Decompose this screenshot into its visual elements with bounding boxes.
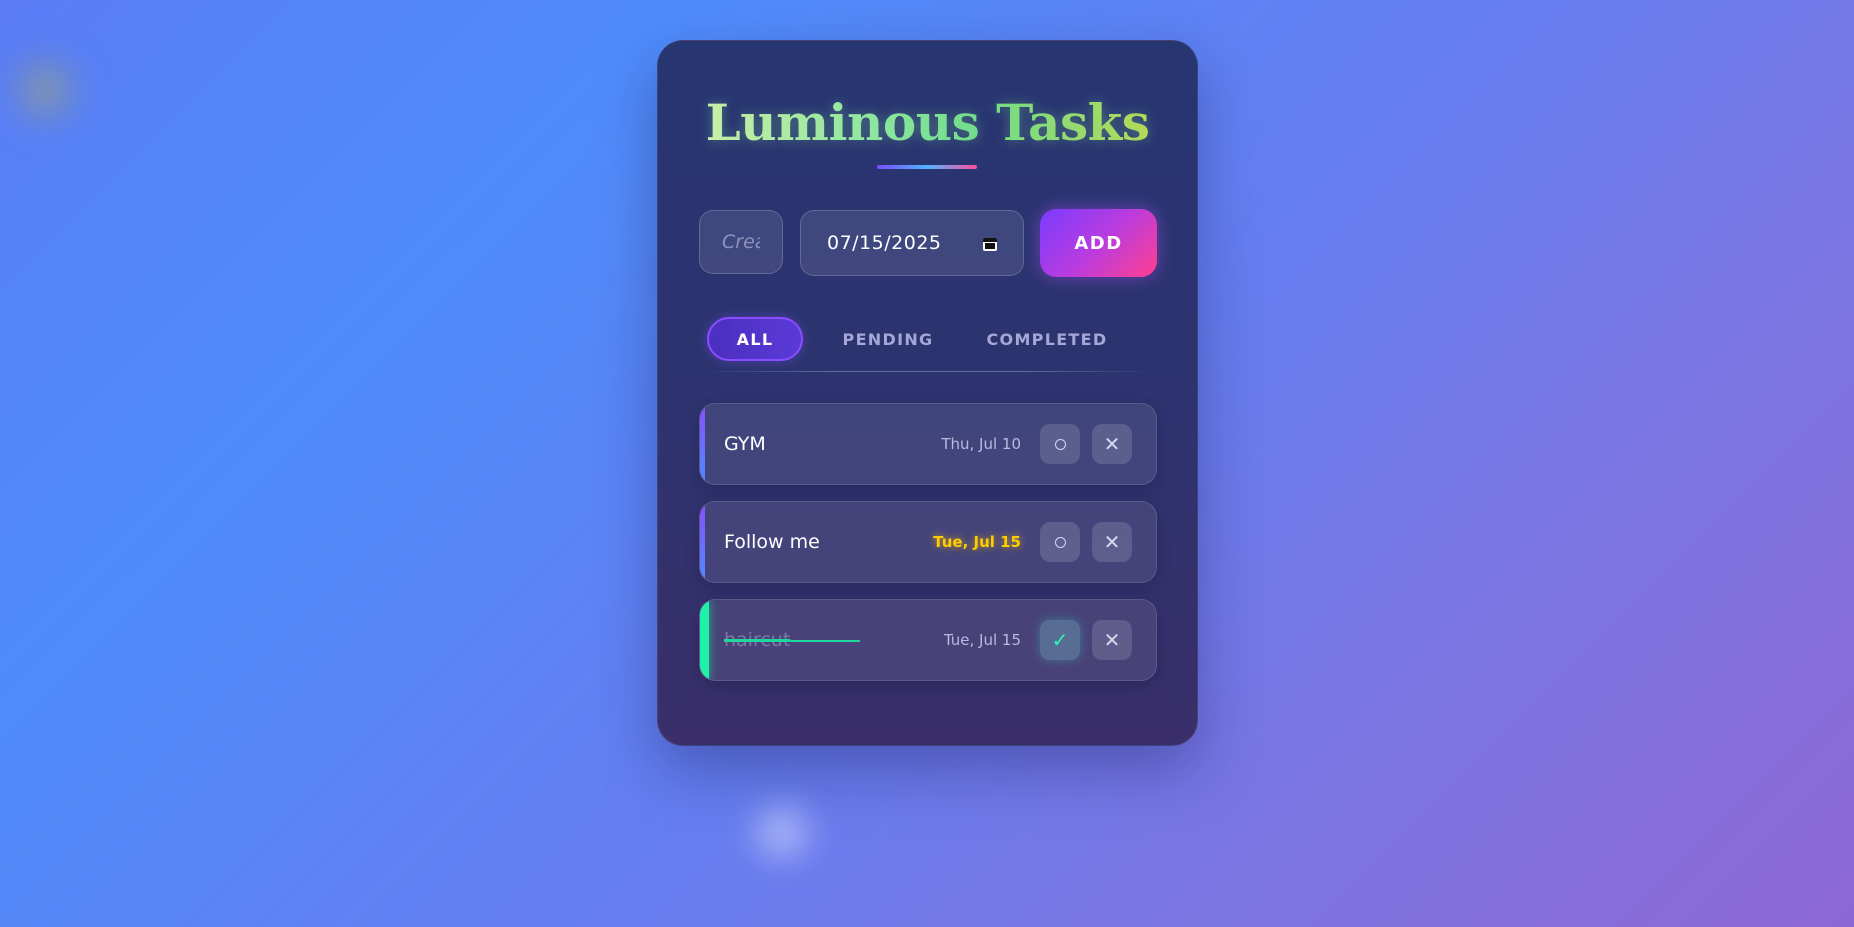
date-field[interactable]: 07/15/2025 <box>800 210 1024 276</box>
toggle-complete-button[interactable] <box>1040 424 1080 464</box>
app-title: Luminous Tasks <box>658 93 1197 152</box>
task-name: GYM <box>724 433 766 455</box>
circle-icon <box>1054 438 1066 450</box>
tab-all[interactable]: ALL <box>707 317 803 361</box>
close-icon: ✕ <box>1103 628 1121 652</box>
task-date: Thu, Jul 10 <box>941 435 1021 453</box>
task-accent-bar <box>700 600 709 680</box>
task-name: Follow me <box>724 531 820 553</box>
date-value: 07/15/2025 <box>827 232 942 254</box>
task-date: Tue, Jul 15 <box>943 631 1021 649</box>
delete-task-button[interactable]: ✕ <box>1092 522 1132 562</box>
background-orb-yellow <box>5 40 85 140</box>
task-card: Luminous Tasks 07/15/2025 ADD ALL PENDIN… <box>657 40 1198 746</box>
background-orb-white <box>742 792 822 872</box>
title-underline <box>877 165 977 169</box>
close-icon: ✕ <box>1103 432 1121 456</box>
task-accent-bar <box>700 502 705 582</box>
check-icon: ✓ <box>1051 628 1069 652</box>
task-item: Follow me Tue, Jul 15 ✕ <box>699 501 1157 583</box>
calendar-icon[interactable] <box>983 236 997 251</box>
task-item-completed: haircut Tue, Jul 15 ✓ ✕ <box>699 599 1157 681</box>
close-icon: ✕ <box>1103 530 1121 554</box>
filter-tabs: ALL PENDING COMPLETED <box>699 317 1157 365</box>
task-input[interactable] <box>699 210 783 274</box>
strikethrough-line <box>724 640 860 642</box>
circle-icon <box>1054 536 1066 548</box>
toggle-complete-button[interactable]: ✓ <box>1040 620 1080 660</box>
toggle-complete-button[interactable] <box>1040 522 1080 562</box>
delete-task-button[interactable]: ✕ <box>1092 424 1132 464</box>
task-item: GYM Thu, Jul 10 ✕ <box>699 403 1157 485</box>
delete-task-button[interactable]: ✕ <box>1092 620 1132 660</box>
add-button[interactable]: ADD <box>1040 209 1157 277</box>
filters-divider <box>699 371 1157 372</box>
tab-completed[interactable]: COMPLETED <box>967 317 1127 361</box>
task-date-today: Tue, Jul 15 <box>933 533 1021 551</box>
task-accent-bar <box>700 404 705 484</box>
tab-pending[interactable]: PENDING <box>829 317 947 361</box>
